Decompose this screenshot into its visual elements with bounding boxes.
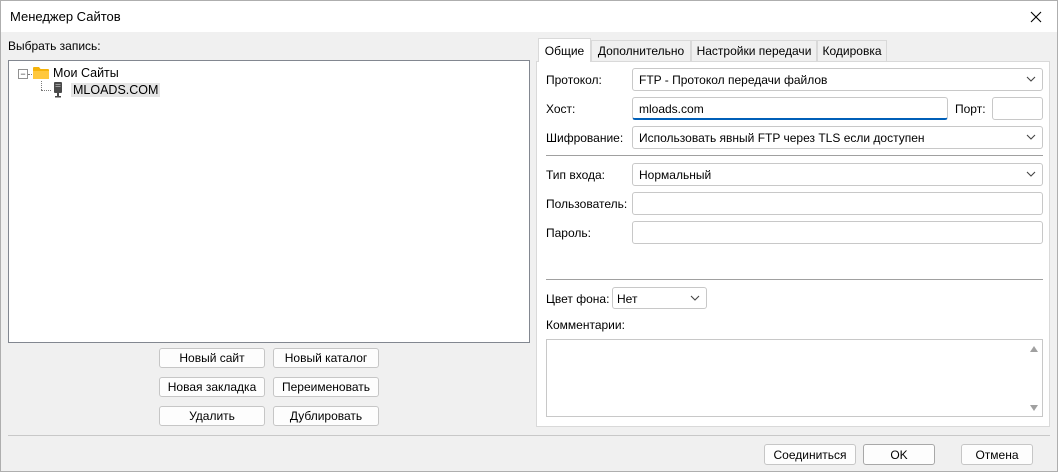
select-entry-label: Выбрать запись: <box>8 39 101 53</box>
chevron-down-icon <box>1026 76 1036 82</box>
logon-type-label: Тип входа: <box>546 168 605 182</box>
tree-connector <box>41 81 42 90</box>
protocol-label: Протокол: <box>546 73 602 87</box>
footer-separator <box>8 435 1050 436</box>
encryption-value: Использовать явный FTP через TLS если до… <box>639 131 925 145</box>
tree-item-label: MLOADS.COM <box>71 83 161 97</box>
logon-type-select[interactable]: Нормальный <box>632 163 1043 186</box>
separator <box>546 155 1043 156</box>
bgcolor-value: Нет <box>617 292 638 306</box>
encryption-label: Шифрование: <box>546 131 624 145</box>
comments-textarea[interactable] <box>546 339 1043 417</box>
host-value: mloads.com <box>639 102 704 116</box>
chevron-down-icon <box>1026 171 1036 177</box>
new-bookmark-button[interactable]: Новая закладка <box>159 377 265 397</box>
chevron-down-icon <box>690 295 700 301</box>
host-input[interactable]: mloads.com <box>632 97 948 120</box>
port-input[interactable] <box>992 97 1043 120</box>
scroll-down-icon[interactable] <box>1030 405 1038 411</box>
password-label: Пароль: <box>546 226 591 240</box>
tab-charset[interactable]: Кодировка <box>817 40 887 61</box>
site-tree[interactable]: − Мои Сайты MLOADS.COM <box>8 60 530 343</box>
password-input[interactable] <box>632 221 1043 244</box>
collapse-icon[interactable]: − <box>18 69 28 79</box>
comments-scrollbar[interactable] <box>1026 340 1042 416</box>
close-icon <box>1030 11 1042 22</box>
bgcolor-label: Цвет фона: <box>546 292 610 306</box>
duplicate-button[interactable]: Дублировать <box>273 406 379 426</box>
delete-button[interactable]: Удалить <box>159 406 265 426</box>
protocol-select[interactable]: FTP - Протокол передачи файлов <box>632 68 1043 91</box>
tree-item-label: Мои Сайты <box>53 66 119 80</box>
port-label: Порт: <box>955 102 986 116</box>
tree-connector <box>41 90 51 91</box>
user-label: Пользователь: <box>546 197 628 211</box>
new-folder-button[interactable]: Новый каталог <box>273 348 379 368</box>
ok-button[interactable]: OK <box>863 444 935 465</box>
chevron-down-icon <box>1026 134 1036 140</box>
separator <box>546 279 1043 280</box>
folder-icon <box>33 67 49 79</box>
encryption-select[interactable]: Использовать явный FTP через TLS если до… <box>632 126 1043 149</box>
server-icon <box>54 82 62 98</box>
tab-advanced[interactable]: Дополнительно <box>591 40 691 61</box>
tab-general[interactable]: Общие <box>538 38 591 62</box>
bgcolor-select[interactable]: Нет <box>612 287 707 309</box>
close-button[interactable] <box>1015 1 1057 32</box>
protocol-value: FTP - Протокол передачи файлов <box>639 73 828 87</box>
site-manager-window: Менеджер Сайтов Выбрать запись: − Мои Са… <box>0 0 1058 472</box>
host-label: Хост: <box>546 102 576 116</box>
tab-transfer-settings[interactable]: Настройки передачи <box>691 40 817 61</box>
general-panel: Протокол: FTP - Протокол передачи файлов… <box>536 61 1050 427</box>
connect-button[interactable]: Соединиться <box>764 444 856 465</box>
comments-label: Комментарии: <box>546 318 625 332</box>
cancel-button[interactable]: Отмена <box>961 444 1033 465</box>
rename-button[interactable]: Переименовать <box>273 377 379 397</box>
user-input[interactable] <box>632 192 1043 215</box>
logon-type-value: Нормальный <box>639 168 712 182</box>
new-site-button[interactable]: Новый сайт <box>159 348 265 368</box>
title-bar: Менеджер Сайтов <box>1 1 1057 32</box>
scroll-up-icon[interactable] <box>1030 346 1038 352</box>
window-title: Менеджер Сайтов <box>10 9 121 24</box>
